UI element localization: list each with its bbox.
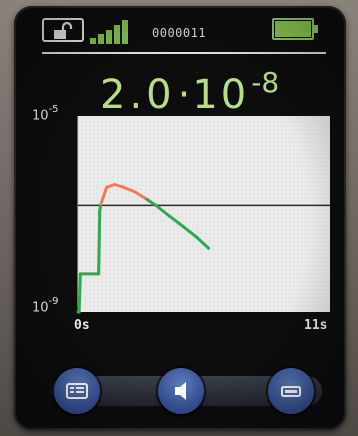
- display-button[interactable]: [268, 368, 314, 414]
- trend-chart: 10-5 10-9 0s 11s: [14, 6, 346, 430]
- trace-segment: [77, 272, 82, 314]
- chart-plot-area: [76, 116, 330, 314]
- plot-background: [78, 116, 330, 312]
- trace-segment: [97, 208, 102, 276]
- mute-button[interactable]: [158, 368, 204, 414]
- display-toggle-icon: [281, 386, 301, 397]
- detector-device: 0000011 2.0·10-8 10-5 10-9 0s 11s: [0, 0, 358, 436]
- menu-button[interactable]: [54, 368, 100, 414]
- x-tick-end: 11s: [304, 318, 328, 333]
- speaker-mute-icon: [175, 382, 186, 400]
- device-screen: 0000011 2.0·10-8 10-5 10-9 0s 11s: [14, 6, 346, 430]
- menu-list-icon: [66, 383, 88, 399]
- x-tick-start: 0s: [74, 318, 90, 333]
